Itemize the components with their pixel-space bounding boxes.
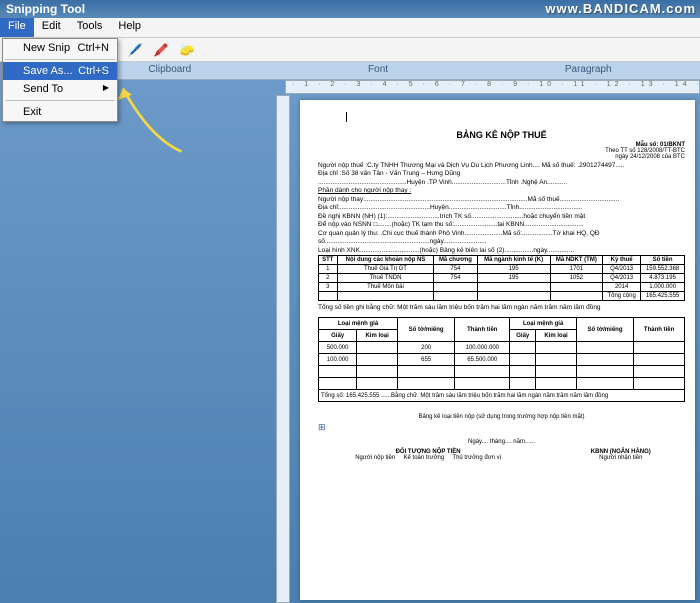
doc-phandanh: Phần dành cho người nộp thay :	[318, 187, 685, 194]
pen-icon[interactable]: 🖊️	[126, 41, 144, 59]
ribbon-paragraph: Paragraph	[565, 62, 612, 79]
menu-item-save-as[interactable]: Save As... Ctrl+S	[3, 62, 117, 80]
eraser-icon[interactable]: 🧽	[178, 41, 196, 59]
doc-tongchu: Tổng số tiền ghi bằng chữ: Một trăm sáu …	[318, 304, 685, 311]
tax-table: STTNội dung các khoản nộp NS Mã chươngMã…	[318, 255, 685, 301]
document-page[interactable]: BẢNG KÊ NỘP THUẾ Mẫu số: 01/BKNT Theo TT…	[300, 100, 695, 600]
doc-title: BẢNG KÊ NỘP THUẾ	[318, 130, 685, 140]
doc-kbnn: Đề nghị KBNN (NH) (1):..................…	[318, 213, 685, 220]
menu-file[interactable]: File	[0, 18, 34, 37]
highlighter-icon[interactable]: 🖍️	[152, 41, 170, 59]
new-snip-shortcut: Ctrl+N	[78, 42, 109, 54]
expand-icon[interactable]: ⊞	[318, 422, 685, 433]
annotation-arrow-icon	[105, 75, 195, 168]
vertical-ruler[interactable]	[276, 95, 290, 603]
ribbon-font: Font	[368, 62, 388, 79]
menu-help[interactable]: Help	[110, 18, 149, 37]
doc-nguoinop: Người nộp thuế :C.ty TNHH Thương Mại và …	[318, 162, 685, 169]
doc-bangke: Bảng kê loại tiền nộp (sử dụng trong trư…	[318, 414, 685, 420]
save-as-label: Save As...	[23, 65, 73, 77]
doc-coquan: Cơ quan quản lý thu: .Chi cục thuế thành…	[318, 230, 685, 237]
menu-tools[interactable]: Tools	[69, 18, 111, 37]
denomination-table: Loại mệnh giáSố tờ/miếngThành tiền Loại …	[318, 317, 685, 402]
menu-item-exit[interactable]: Exit	[3, 103, 117, 121]
doc-ngayban: ngày 24/12/2008 của BTC	[615, 154, 685, 160]
watermark: www.BANDICAM.com	[545, 1, 696, 16]
send-to-label: Send To	[23, 83, 63, 95]
signature-block: ĐỐI TƯỢNG NỘP TIỀN Người nộp tiền Kế toá…	[318, 449, 685, 461]
file-dropdown-menu: New Snip Ctrl+N Save As... Ctrl+S Send T…	[2, 38, 118, 122]
doc-so: số......................................…	[318, 238, 685, 245]
horizontal-ruler[interactable]: · 1 · 2 · 3 · 4 · 5 · 6 · 7 · 8 · 9 · 10…	[285, 80, 700, 94]
doc-ngaythang: Ngày.... tháng.... năm......	[318, 439, 685, 445]
new-snip-label: New Snip	[23, 42, 70, 54]
menu-item-new-snip[interactable]: New Snip Ctrl+N	[3, 39, 117, 57]
doc-nguoithay: Người nộp thay:.........................…	[318, 196, 685, 203]
save-as-shortcut: Ctrl+S	[78, 65, 109, 77]
menu-edit[interactable]: Edit	[34, 18, 69, 37]
menu-item-send-to[interactable]: Send To	[3, 80, 117, 98]
doc-loaihinh: Loại hình XNK...........................…	[318, 247, 685, 254]
text-cursor	[346, 112, 347, 122]
exit-label: Exit	[23, 106, 41, 118]
menubar: File Edit Tools Help	[0, 18, 700, 38]
doc-nsnn: Để nộp vào NSNN □........(hoặc) TK tạm t…	[318, 221, 685, 228]
doc-huyentp: ........................................…	[318, 179, 685, 186]
doc-diachi: Địa chỉ :Số 38 vấn Tân - Vấn Trung – Hưn…	[318, 170, 685, 177]
doc-diachi2: Địa chỉ:................................…	[318, 204, 685, 211]
